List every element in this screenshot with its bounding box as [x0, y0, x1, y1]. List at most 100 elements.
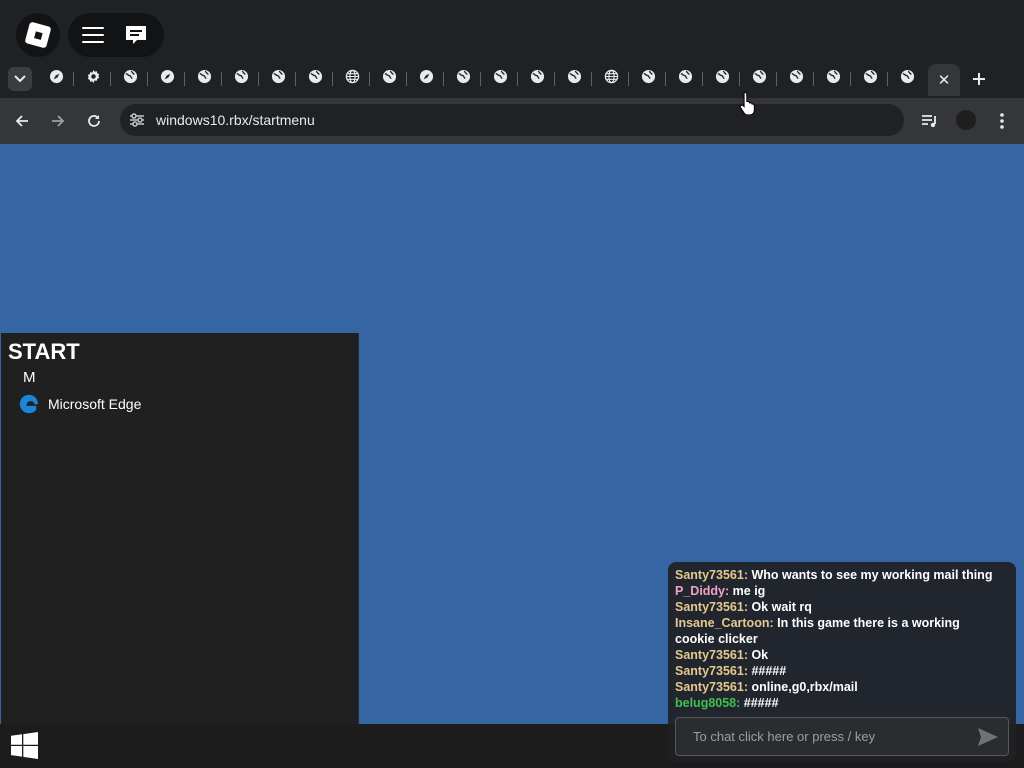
send-icon [978, 727, 998, 746]
chat-username-separator: : [769, 616, 778, 630]
arrow-right-icon [52, 115, 65, 127]
tab-separator [776, 72, 777, 86]
tab-separator [221, 72, 222, 86]
globe-icon [197, 69, 212, 89]
chat-username[interactable]: Santy73561 [675, 680, 744, 694]
browser-tab[interactable] [193, 68, 215, 90]
chat-username[interactable]: belug8058 [675, 696, 736, 710]
browser-tab[interactable] [674, 68, 696, 90]
tab-separator [850, 72, 851, 86]
chat-text: ##### [751, 664, 787, 678]
chat-log[interactable]: Santy73561: Who wants to see my working … [675, 567, 1000, 711]
tab-separator [110, 72, 111, 86]
send-button[interactable] [974, 723, 1002, 751]
chat-message: Santy73561: Ok wait rq [675, 599, 1000, 615]
address-bar[interactable]: windows10.rbx/startmenu [120, 104, 904, 136]
browser-tab[interactable] [341, 68, 363, 90]
globe-icon [493, 69, 508, 89]
globe-icon [900, 69, 915, 89]
chat-input-box[interactable] [675, 717, 1009, 756]
chat-message: P_Diddy: me ig [675, 583, 1000, 599]
tab-separator [184, 72, 185, 86]
tab-separator [480, 72, 481, 86]
chat-message: Insane_Cartoon: In this game there is a … [675, 615, 1000, 647]
chat-toggle-icon[interactable] [122, 21, 150, 49]
browser-tab[interactable] [378, 68, 400, 90]
forward-button[interactable] [46, 109, 70, 133]
globe-icon [863, 69, 878, 89]
tab-separator [406, 72, 407, 86]
browser-tab[interactable] [748, 68, 770, 90]
chat-username[interactable]: P_Diddy [675, 584, 725, 598]
chat-message: Santy73561: ##### [675, 663, 1000, 679]
browser-tab[interactable] [230, 68, 252, 90]
browser-tab[interactable] [785, 68, 807, 90]
tab-search-button[interactable] [8, 67, 32, 91]
close-tab-icon[interactable]: ✕ [938, 71, 951, 89]
globe-icon [234, 69, 249, 89]
tab-separator [702, 72, 703, 86]
roblox-logo-button[interactable] [16, 13, 60, 57]
tab-separator [332, 72, 333, 86]
chat-username[interactable]: Santy73561 [675, 648, 744, 662]
browser-tab[interactable] [526, 68, 548, 90]
browser-tab[interactable] [156, 68, 178, 90]
globe-icon [752, 69, 767, 89]
chat-username[interactable]: Santy73561 [675, 600, 744, 614]
browser-tab[interactable] [119, 68, 141, 90]
compass-icon [160, 69, 175, 89]
globe-icon [715, 69, 730, 89]
browser-tab[interactable] [822, 68, 844, 90]
gear-icon [86, 69, 101, 89]
browser-tab[interactable] [859, 68, 881, 90]
compass-icon [419, 69, 434, 89]
tab-strip: ✕ [0, 64, 1024, 96]
browser-tab[interactable] [563, 68, 585, 90]
chat-input[interactable] [676, 729, 974, 744]
tab-separator [73, 72, 74, 86]
chat-text: Who wants to see my working mail thing [751, 568, 993, 582]
browser-tab[interactable] [45, 68, 67, 90]
tab-separator [517, 72, 518, 86]
browser-tab[interactable] [637, 68, 659, 90]
browser-tab[interactable] [600, 68, 622, 90]
app-item-microsoft-edge[interactable]: Microsoft Edge [17, 392, 141, 416]
active-tab[interactable]: ✕ [928, 64, 960, 96]
back-button[interactable] [10, 109, 34, 133]
globe-icon [123, 69, 138, 89]
chat-message: Santy73561: Who wants to see my working … [675, 567, 1000, 583]
tab-separator [591, 72, 592, 86]
browser-tab[interactable] [267, 68, 289, 90]
tab-separator [554, 72, 555, 86]
chevron-down-icon [14, 75, 26, 83]
reload-icon [88, 115, 100, 127]
chat-username[interactable]: Santy73561 [675, 664, 744, 678]
media-control-button[interactable] [918, 109, 942, 133]
chat-text: Ok [751, 648, 769, 662]
browser-tab[interactable] [82, 68, 104, 90]
tab-separator [258, 72, 259, 86]
browser-toolbar: windows10.rbx/startmenu [0, 98, 1024, 144]
browser-tab[interactable] [452, 68, 474, 90]
new-tab-button[interactable] [968, 68, 990, 90]
site-settings-icon[interactable] [128, 111, 146, 129]
browser-tab[interactable] [415, 68, 437, 90]
windows-start-button[interactable] [11, 732, 38, 759]
browser-tab[interactable] [896, 68, 918, 90]
reload-button[interactable] [82, 109, 106, 133]
profile-avatar[interactable] [956, 110, 976, 130]
browser-tab[interactable] [304, 68, 326, 90]
playlist-icon [922, 115, 936, 128]
web-icon [345, 69, 360, 89]
browser-tab[interactable] [489, 68, 511, 90]
start-menu-title: START [8, 339, 80, 364]
chat-username[interactable]: Santy73561 [675, 568, 744, 582]
browser-menu-button[interactable] [990, 109, 1014, 133]
roblox-logo-icon [24, 21, 52, 49]
chat-text: me ig [732, 584, 766, 598]
app-group-letter[interactable]: M [23, 369, 36, 386]
browser-tab[interactable] [711, 68, 733, 90]
tab-separator [147, 72, 148, 86]
hamburger-menu-icon[interactable] [82, 27, 104, 43]
chat-username[interactable]: Insane_Cartoon [675, 616, 769, 630]
